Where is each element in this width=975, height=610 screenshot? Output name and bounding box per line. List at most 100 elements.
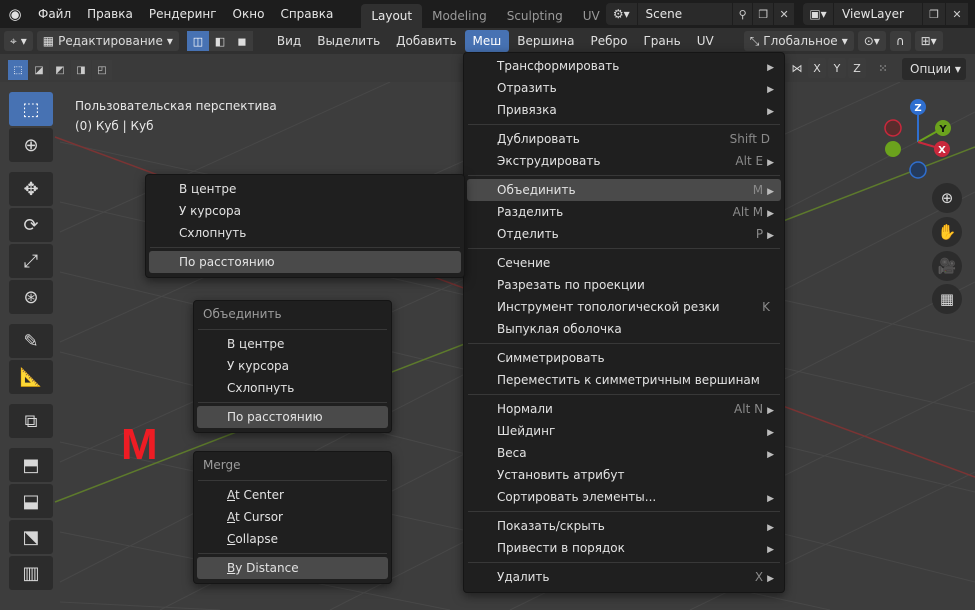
mesh-menu-item[interactable]: Объединить M ▶ xyxy=(467,179,781,201)
merge-option[interactable]: В центре xyxy=(194,333,391,355)
menu-separator xyxy=(150,247,460,248)
menu-edit[interactable]: Правка xyxy=(79,0,141,28)
perspective-grid-icon[interactable]: ▦ xyxy=(932,284,962,314)
mesh-menu-item[interactable]: Инструмент топологической резки K xyxy=(464,296,784,318)
inset-tool-icon[interactable]: ⬓ xyxy=(9,484,53,518)
menu-uv[interactable]: UV xyxy=(689,30,722,52)
mesh-menu-item[interactable]: Сечение xyxy=(464,252,784,274)
mesh-menu-item[interactable]: Веса ▶ xyxy=(464,442,784,464)
tab-sculpting[interactable]: Sculpting xyxy=(497,4,573,28)
snap-target-dropdown[interactable]: ⊞▾ xyxy=(914,31,943,51)
mesh-menu-item[interactable]: Установить атрибут xyxy=(464,464,784,486)
mesh-menu-item[interactable]: Отразить ▶ xyxy=(464,77,784,99)
orientation-dropdown[interactable]: ⤡ Глобальное ▾ xyxy=(743,31,854,51)
cursor-tool-icon[interactable]: ⊕ xyxy=(9,128,53,162)
view-layer-name-field[interactable]: ViewLayer xyxy=(834,3,922,25)
scene-name-field[interactable]: Scene xyxy=(637,3,732,25)
select-intersect-icon[interactable]: ◰ xyxy=(92,60,112,80)
face-select-icon[interactable]: ◼ xyxy=(230,31,253,51)
mesh-menu-item[interactable]: Привязка ▶ xyxy=(464,99,784,121)
scale-tool-icon[interactable]: ⤢ xyxy=(9,244,53,278)
merge-option[interactable]: В центре xyxy=(146,178,464,200)
merge-option[interactable]: У курсора xyxy=(194,355,391,377)
select-invert-icon[interactable]: ◨ xyxy=(71,60,91,80)
pan-hand-icon[interactable]: ✋ xyxy=(932,217,962,247)
mesh-menu-item[interactable]: Экструдировать Alt E ▶ xyxy=(464,150,784,172)
mesh-menu-item[interactable]: Симметрировать xyxy=(464,347,784,369)
pin-icon[interactable]: ⚲ xyxy=(732,3,753,25)
mesh-menu-item[interactable]: Дублировать Shift D xyxy=(464,128,784,150)
menu-help[interactable]: Справка xyxy=(272,0,341,28)
mesh-menu-item[interactable]: Выпуклая оболочка xyxy=(464,318,784,340)
chevron-down-icon: ▾ xyxy=(20,34,27,48)
merge-option[interactable]: At Cursor xyxy=(194,506,391,528)
mesh-menu-item[interactable]: Привести в порядок ▶ xyxy=(464,537,784,559)
transform-tool-icon[interactable]: ⊛ xyxy=(9,280,53,314)
axis-y-toggle[interactable]: Y xyxy=(828,58,846,78)
mesh-menu-item[interactable]: Показать/скрыть ▶ xyxy=(464,515,784,537)
snap-toggle[interactable]: ∩ xyxy=(889,31,911,51)
mesh-menu-item[interactable]: Трансформировать ▶ xyxy=(464,55,784,77)
menu-view[interactable]: Вид xyxy=(269,30,309,52)
blender-logo-icon[interactable]: ◉ xyxy=(0,0,30,28)
select-box-tool-icon[interactable]: ⬚ xyxy=(9,92,53,126)
mesh-menu-item[interactable]: Переместить к симметричным вершинам xyxy=(464,369,784,391)
mesh-menu-item[interactable]: Нормали Alt N ▶ xyxy=(464,398,784,420)
menu-select[interactable]: Выделить xyxy=(309,30,388,52)
mesh-menu-item[interactable]: Шейдинг ▶ xyxy=(464,420,784,442)
mesh-menu-item[interactable]: Разрезать по проекции xyxy=(464,274,784,296)
editor-type-button[interactable]: ⌖ ▾ xyxy=(4,31,33,51)
mesh-menu-item[interactable]: Удалить X ▶ xyxy=(464,566,784,588)
menu-vertex[interactable]: Вершина xyxy=(509,30,582,52)
extrude-tool-icon[interactable]: ⬒ xyxy=(9,448,53,482)
annotate-tool-icon[interactable]: ✎ xyxy=(9,324,53,358)
merge-option[interactable]: By Distance xyxy=(197,557,388,579)
close-icon[interactable]: ✕ xyxy=(774,3,794,25)
merge-option[interactable]: У курсора xyxy=(146,200,464,222)
mode-dropdown[interactable]: ▦ Редактирование ▾ xyxy=(36,31,179,51)
merge-option[interactable]: Схлопнуть xyxy=(194,377,391,399)
navigation-gizmo[interactable]: Z Y X xyxy=(882,98,958,180)
axis-z-toggle[interactable]: Z xyxy=(848,58,866,78)
select-subtract-icon[interactable]: ◩ xyxy=(50,60,70,80)
merge-option[interactable]: At Center xyxy=(194,484,391,506)
merge-option[interactable]: Схлопнуть xyxy=(146,222,464,244)
camera-icon[interactable]: 🎥 xyxy=(932,251,962,281)
mesh-menu-item[interactable]: Разделить Alt M ▶ xyxy=(464,201,784,223)
view-layer-icon[interactable]: ▣▾ xyxy=(803,3,833,25)
menu-window[interactable]: Окно xyxy=(225,0,273,28)
tab-layout[interactable]: Layout xyxy=(361,4,423,28)
select-new-icon[interactable]: ⬚ xyxy=(8,60,28,80)
auto-merge-icon[interactable]: ⁙ xyxy=(874,58,892,78)
menu-file[interactable]: Файл xyxy=(30,0,79,28)
measure-tool-icon[interactable]: 📐 xyxy=(9,360,53,394)
pivot-dropdown[interactable]: ⊙▾ xyxy=(857,31,886,51)
menu-edge[interactable]: Ребро xyxy=(582,30,635,52)
move-tool-icon[interactable]: ✥ xyxy=(9,172,53,206)
tab-modeling[interactable]: Modeling xyxy=(422,4,497,28)
scene-icon[interactable]: ⚙▾ xyxy=(606,3,637,25)
new-view-layer-icon[interactable]: ❐ xyxy=(923,3,945,25)
menu-face[interactable]: Грань xyxy=(635,30,688,52)
bevel-tool-icon[interactable]: ⬔ xyxy=(9,520,53,554)
axis-x-toggle[interactable]: X xyxy=(808,58,826,78)
select-extend-icon[interactable]: ◪ xyxy=(29,60,49,80)
merge-option[interactable]: Collapse xyxy=(194,528,391,550)
loop-cut-tool-icon[interactable]: ▥ xyxy=(9,556,53,590)
menu-mesh[interactable]: Меш xyxy=(464,30,510,52)
merge-option[interactable]: По расстоянию xyxy=(197,406,388,428)
mesh-menu-item[interactable]: Сортировать элементы... ▶ xyxy=(464,486,784,508)
remove-view-layer-icon[interactable]: ✕ xyxy=(946,3,968,25)
new-scene-icon[interactable]: ❐ xyxy=(753,3,774,25)
zoom-icon[interactable]: ⊕ xyxy=(932,183,962,213)
tab-uv[interactable]: UV xyxy=(573,4,610,28)
options-dropdown[interactable]: Опции ▾ xyxy=(902,58,966,80)
rotate-tool-icon[interactable]: ⟳ xyxy=(9,208,53,242)
menu-render[interactable]: Рендеринг xyxy=(141,0,225,28)
vertex-select-icon[interactable]: ◫ xyxy=(186,31,209,51)
mesh-menu-item[interactable]: Отделить P ▶ xyxy=(464,223,784,245)
add-cube-tool-icon[interactable]: ⧉ xyxy=(9,404,53,438)
menu-add[interactable]: Добавить xyxy=(388,30,464,52)
merge-option[interactable]: По расстоянию xyxy=(149,251,461,273)
edge-select-icon[interactable]: ◧ xyxy=(208,31,231,51)
